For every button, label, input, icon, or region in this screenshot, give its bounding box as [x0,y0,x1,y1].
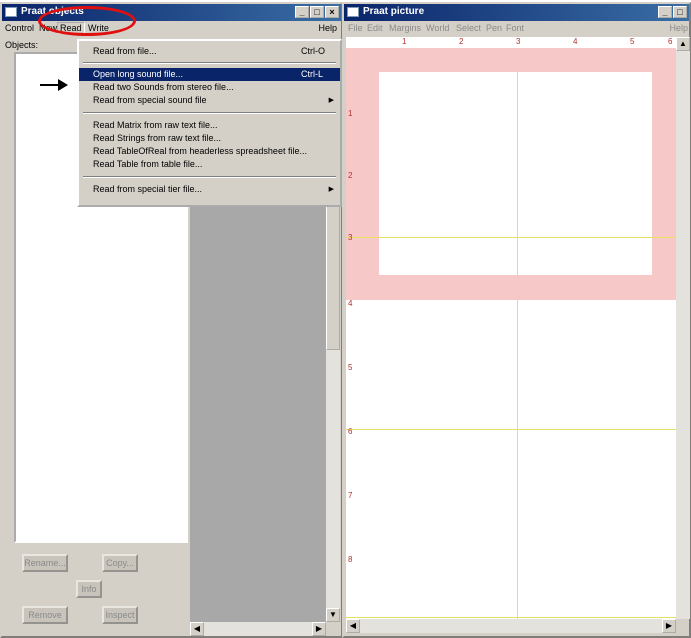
info-button[interactable]: Info [76,580,102,598]
praat-app-icon [5,7,17,17]
remove-button[interactable]: Remove [22,606,68,624]
praat-picture-window: Praat picture _ □ File Edit Margins Worl… [342,2,691,638]
minimize-icon[interactable]: _ [658,6,672,18]
menu-item-read-special-tier[interactable]: Read from special tier file... ▶ [79,183,340,196]
menu-pen[interactable]: Pen [486,23,502,33]
maximize-icon[interactable]: □ [310,6,324,18]
menu-help[interactable]: Help [318,23,337,33]
picture-hscrollbar[interactable]: ◀ ▶ [346,619,676,633]
picture-title-bar[interactable]: Praat picture _ □ [344,4,689,21]
highlight-ellipse-annotation [38,6,136,36]
menu-help[interactable]: Help [669,23,688,33]
menu-file[interactable]: File [348,23,363,33]
read-dropdown-menu: Read from file... Ctrl-O Open long sound… [77,39,342,207]
menu-world[interactable]: World [426,23,449,33]
ruler-top: 1 2 3 4 5 6 [346,37,676,48]
menu-item-read-matrix[interactable]: Read Matrix from raw text file... [79,119,340,132]
menu-edit[interactable]: Edit [367,23,383,33]
copy-button[interactable]: Copy... [102,554,138,572]
scroll-down-icon[interactable]: ▼ [326,608,340,622]
submenu-arrow-icon: ▶ [328,97,334,104]
scroll-right-icon[interactable]: ▶ [312,622,326,636]
picture-vscrollbar[interactable]: ▲ [676,37,690,619]
menu-separator [83,62,336,64]
menu-separator [83,176,336,178]
menu-item-read-two-sounds[interactable]: Read two Sounds from stereo file... [79,81,340,94]
menu-item-open-long-sound[interactable]: Open long sound file... Ctrl-L [79,68,340,81]
dynamic-menu-hscrollbar[interactable]: ◀ ▶ [190,622,326,636]
picture-menubar: File Edit Margins World Select Pen Font … [344,21,689,37]
inspect-button[interactable]: Inspect [102,606,138,624]
scroll-right-icon[interactable]: ▶ [662,619,676,633]
menu-item-read-special-sound[interactable]: Read from special sound file ▶ [79,94,340,107]
guide-line-horizontal [346,617,676,618]
menu-margins[interactable]: Margins [389,23,421,33]
submenu-arrow-icon: ▶ [328,186,334,193]
scroll-left-icon[interactable]: ◀ [190,622,204,636]
pointer-arrow-icon [40,79,70,91]
praat-picture-icon [347,7,359,17]
menu-font[interactable]: Font [506,23,524,33]
menu-control[interactable]: Control [5,23,34,33]
menu-item-read-from-file[interactable]: Read from file... Ctrl-O [79,45,340,58]
menu-item-read-strings[interactable]: Read Strings from raw text file... [79,132,340,145]
guide-line-vertical [517,37,518,619]
close-icon[interactable]: × [325,6,339,18]
minimize-icon[interactable]: _ [295,6,309,18]
viewport-inner [379,72,652,275]
scroll-left-icon[interactable]: ◀ [346,619,360,633]
menu-select[interactable]: Select [456,23,481,33]
maximize-icon[interactable]: □ [673,6,687,18]
objects-label: Objects: [5,40,39,50]
menu-separator [83,112,336,114]
picture-window-title: Praat picture [363,6,425,17]
menu-item-read-table[interactable]: Read Table from table file... [79,158,340,171]
picture-canvas[interactable]: 1 2 3 4 5 6 1 2 3 4 5 6 7 8 [346,37,676,619]
guide-line-horizontal [346,429,676,430]
rename-button[interactable]: Rename... [22,554,68,572]
guide-line-horizontal [346,237,676,238]
menu-item-read-tableofreal[interactable]: Read TableOfReal from headerless spreads… [79,145,340,158]
scroll-up-icon[interactable]: ▲ [676,37,690,51]
